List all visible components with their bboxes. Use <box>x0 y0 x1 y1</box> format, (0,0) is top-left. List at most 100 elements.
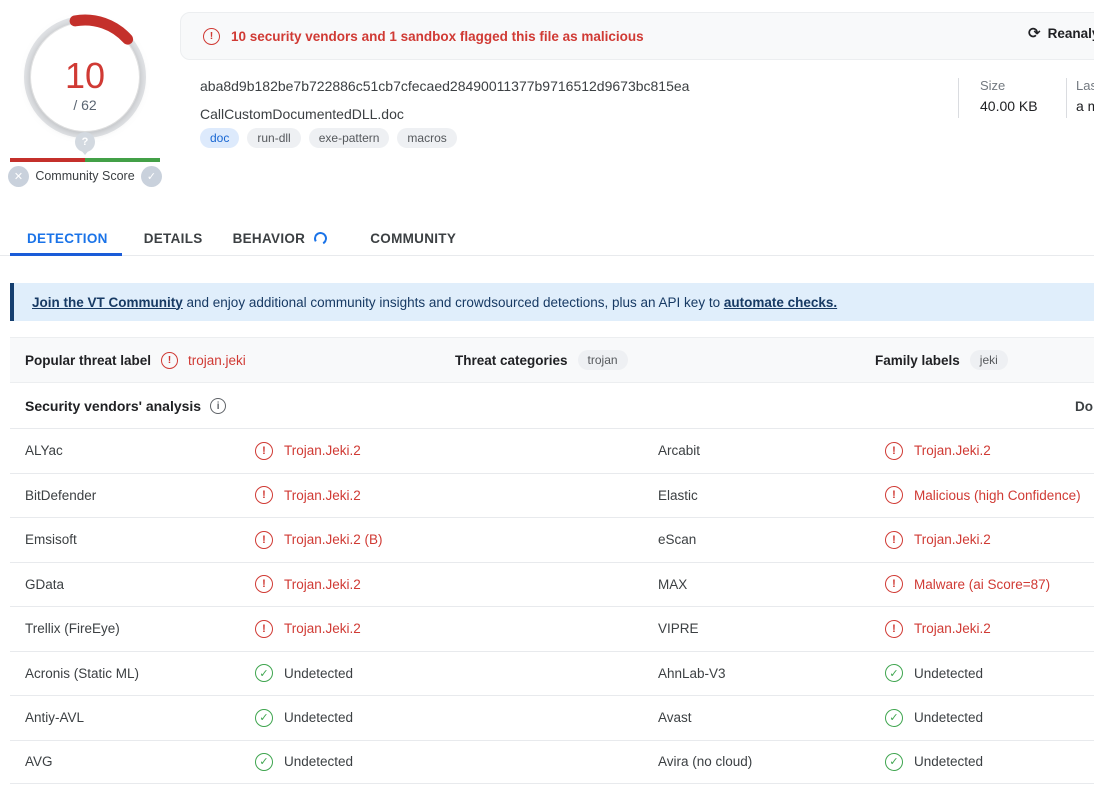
detection-result: ✓ Undetected <box>255 652 353 696</box>
alert-icon: ! <box>255 486 273 504</box>
vendor-name: Acronis (Static ML) <box>25 652 139 696</box>
check-icon: ✓ <box>255 753 273 771</box>
vendor-name: GData <box>25 563 64 607</box>
score-total: / 62 <box>73 97 97 113</box>
alert-icon: ! <box>255 575 273 593</box>
detection-result: ! Malicious (high Confidence) <box>885 474 1081 518</box>
family-label-chip[interactable]: jeki <box>970 350 1008 370</box>
join-vt-community-link[interactable]: Join the VT Community <box>32 295 183 310</box>
file-tag-chip[interactable]: doc <box>200 128 239 148</box>
vendor-name: Arcabit <box>658 429 700 473</box>
community-score-row: ✕ Community Score ✓ <box>8 164 162 188</box>
vendor-name: Avast <box>658 696 692 740</box>
file-tags: doc run-dll exe-pattern macros <box>200 128 457 148</box>
alert-icon: ! <box>255 620 273 638</box>
vendor-name: Avira (no cloud) <box>658 741 752 784</box>
last-analysis-label: Las <box>1076 78 1094 93</box>
alert-icon: ! <box>885 486 903 504</box>
detection-result: ✓ Undetected <box>255 696 353 740</box>
vendor-name: ALYac <box>25 429 63 473</box>
tab-community[interactable]: COMMUNITY <box>370 231 456 246</box>
alert-icon: ! <box>885 531 903 549</box>
virustotal-file-report: 10 / 62 ? ✕ Community Score ✓ ! 10 secur… <box>0 0 1094 786</box>
reanalyze-button[interactable]: ⟳ Reanaly <box>1028 24 1094 42</box>
detection-result: ! Trojan.Jeki.2 <box>885 518 991 562</box>
report-tabs: DETECTION DETAILS BEHAVIOR COMMUNITY <box>0 222 1094 256</box>
detection-score-panel: 10 / 62 ? ✕ Community Score ✓ <box>0 0 180 200</box>
detection-result: ! Trojan.Jeki.2 <box>885 429 991 473</box>
threat-summary-row: Popular threat label ! trojan.jeki Threa… <box>10 337 1094 383</box>
check-icon: ✓ <box>255 709 273 727</box>
check-icon: ✓ <box>255 664 273 682</box>
detection-result: ✓ Undetected <box>885 741 983 784</box>
loading-spinner-icon <box>313 231 329 247</box>
check-icon: ✓ <box>885 664 903 682</box>
table-row: ALYac ! Trojan.Jeki.2 Arcabit ! Trojan.J… <box>10 428 1094 473</box>
tab-behavior[interactable]: BEHAVIOR <box>233 231 328 246</box>
vendor-name: eScan <box>658 518 696 562</box>
threat-category-chip[interactable]: trojan <box>578 350 628 370</box>
malicious-alert-bar: ! 10 security vendors and 1 sandbox flag… <box>180 12 1094 60</box>
alert-icon: ! <box>255 442 273 460</box>
popular-threat-value[interactable]: trojan.jeki <box>188 353 246 368</box>
downvote-icon[interactable]: ✕ <box>8 166 29 187</box>
vendor-name: VIPRE <box>658 607 699 651</box>
threat-categories-label: Threat categories <box>455 353 568 368</box>
meta-divider <box>958 78 959 118</box>
info-icon[interactable]: i <box>210 398 226 414</box>
table-row: GData ! Trojan.Jeki.2 MAX ! Malware (ai … <box>10 562 1094 607</box>
detection-result: ! Trojan.Jeki.2 <box>255 563 361 607</box>
vendors-analysis-header: Security vendors' analysis i <box>25 398 226 414</box>
family-labels-label: Family labels <box>875 353 960 368</box>
tab-detection[interactable]: DETECTION <box>27 231 108 246</box>
reanalyze-icon: ⟳ <box>1028 24 1041 42</box>
size-value: 40.00 KB <box>980 98 1038 114</box>
check-icon: ✓ <box>885 709 903 727</box>
alert-icon: ! <box>255 531 273 549</box>
check-icon: ✓ <box>885 753 903 771</box>
detection-result: ! Trojan.Jeki.2 <box>255 607 361 651</box>
table-row: Trellix (FireEye) ! Trojan.Jeki.2 VIPRE … <box>10 606 1094 651</box>
tab-details[interactable]: DETAILS <box>144 231 203 246</box>
detection-result: ! Malware (ai Score=87) <box>885 563 1050 607</box>
vendor-name: Trellix (FireEye) <box>25 607 120 651</box>
detection-result: ! Trojan.Jeki.2 <box>255 474 361 518</box>
community-score-label: Community Score <box>35 169 134 183</box>
detection-result: ! Trojan.Jeki.2 <box>885 607 991 651</box>
threat-categories-group: Threat categories trojan <box>455 338 628 382</box>
file-tag-chip[interactable]: exe-pattern <box>309 128 390 148</box>
table-row: Antiy-AVL ✓ Undetected Avast ✓ Undetecte… <box>10 695 1094 740</box>
vendor-name: MAX <box>658 563 687 607</box>
detection-result: ✓ Undetected <box>255 741 353 784</box>
vendors-analysis-title: Security vendors' analysis <box>25 398 201 414</box>
question-pin-icon: ? <box>75 132 95 152</box>
community-score-bar <box>10 158 160 162</box>
upvote-icon[interactable]: ✓ <box>141 166 162 187</box>
family-labels-group: Family labels jeki <box>875 338 1008 382</box>
detection-score-gauge: 10 / 62 <box>0 0 170 150</box>
file-hash: aba8d9b182be7b722886c51cb7cfecaed2849001… <box>200 78 689 94</box>
file-tag-chip[interactable]: macros <box>397 128 456 148</box>
vendors-analysis-table: ALYac ! Trojan.Jeki.2 Arcabit ! Trojan.J… <box>10 428 1094 784</box>
detection-result: ✓ Undetected <box>885 696 983 740</box>
automate-checks-prompt[interactable]: Do <box>1075 399 1093 414</box>
score-bar-red <box>10 158 85 162</box>
vendor-name: Emsisoft <box>25 518 77 562</box>
detection-result: ✓ Undetected <box>885 652 983 696</box>
join-community-banner: Join the VT Community and enjoy addition… <box>10 283 1094 321</box>
table-row: Emsisoft ! Trojan.Jeki.2 (B) eScan ! Tro… <box>10 517 1094 562</box>
alert-icon: ! <box>203 28 220 45</box>
score-bar-green <box>85 158 160 162</box>
table-row: Acronis (Static ML) ✓ Undetected AhnLab-… <box>10 651 1094 696</box>
file-tag-chip[interactable]: run-dll <box>247 128 300 148</box>
file-name: CallCustomDocumentedDLL.doc <box>200 106 404 122</box>
reanalyze-label: Reanaly <box>1048 26 1094 41</box>
alert-icon: ! <box>161 352 178 369</box>
vendor-name: Elastic <box>658 474 698 518</box>
table-row: AVG ✓ Undetected Avira (no cloud) ✓ Unde… <box>10 740 1094 785</box>
automate-checks-link[interactable]: automate checks. <box>724 295 837 310</box>
alert-icon: ! <box>885 442 903 460</box>
alert-icon: ! <box>885 575 903 593</box>
alert-icon: ! <box>885 620 903 638</box>
size-label: Size <box>980 78 1005 93</box>
